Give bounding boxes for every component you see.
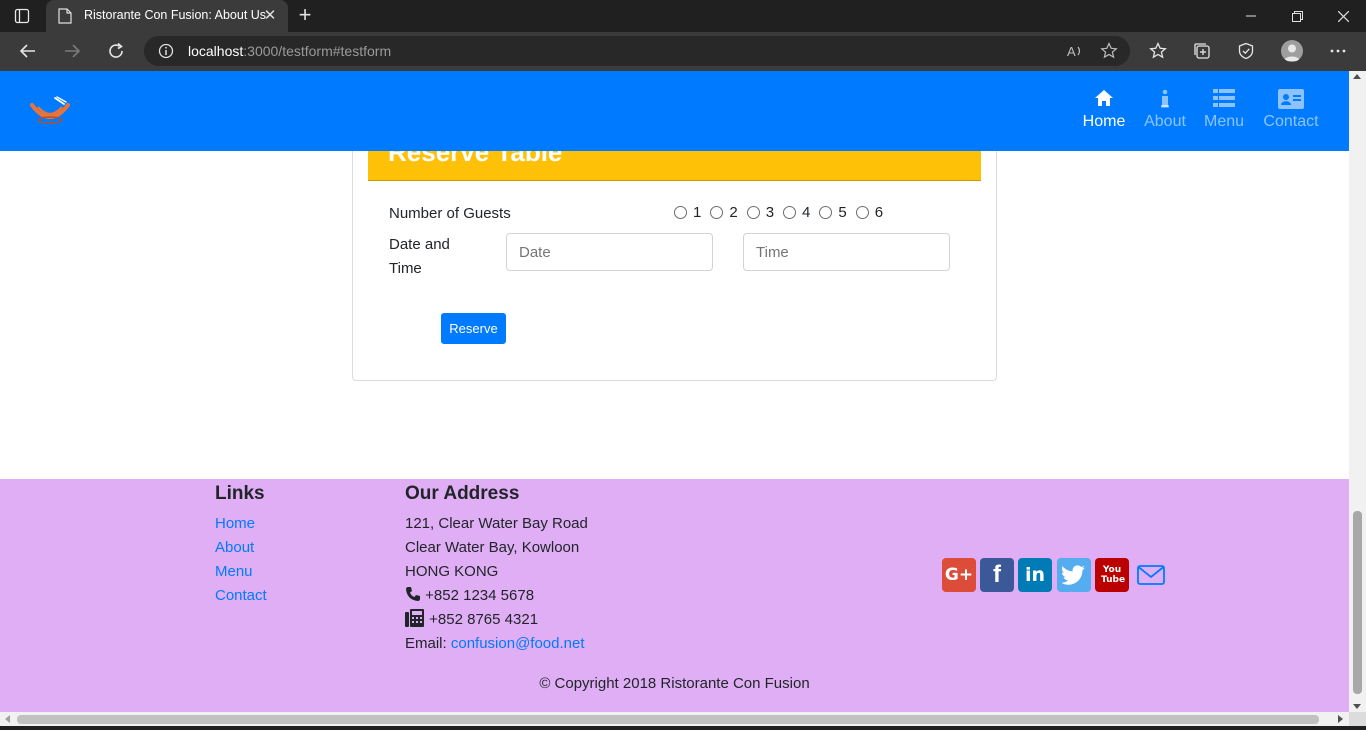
scroll-left-arrow-icon[interactable] [5,715,10,723]
guests-label: Number of Guests [389,205,511,222]
footer-link-about[interactable]: About [215,536,254,560]
scroll-down-arrow-icon[interactable] [1353,704,1361,709]
datetime-label-line2: Time [389,260,422,277]
radio-button[interactable] [674,206,687,219]
vertical-scrollbar[interactable] [1349,71,1366,712]
forward-arrow-icon[interactable] [61,40,83,62]
site-info-icon[interactable] [158,43,174,59]
address-line-3: HONG KONG [405,563,499,580]
collections-icon[interactable] [1191,40,1213,62]
scroll-right-arrow-icon[interactable] [1338,715,1343,723]
page-icon [58,8,72,24]
datetime-label-line1: Date and [389,236,450,253]
scrollbar-corner [1349,712,1366,726]
browser-titlebar: Ristorante Con Fusion: About Us ✕ + [0,0,1366,32]
guest-option-2[interactable]: 2 [710,204,738,221]
phone-line: +852 1234 5678 [405,584,534,608]
site-footer: Links Home About Menu Contact Our Addres… [0,479,1349,712]
tab-actions-icon[interactable] [14,8,30,24]
mail-icon[interactable] [1135,558,1167,592]
tab-title: Ristorante Con Fusion: About Us [84,8,267,22]
scroll-up-arrow-icon[interactable] [1353,74,1361,79]
browser-tab-active[interactable]: Ristorante Con Fusion: About Us ✕ [46,0,288,32]
google-plus-icon[interactable]: G+ [942,558,976,592]
back-arrow-icon[interactable] [17,40,39,62]
footer-link-menu[interactable]: Menu [215,560,253,584]
site-navbar: Home About Menu Contact [0,71,1349,151]
browser-essentials-icon[interactable] [1235,40,1257,62]
home-icon [1082,89,1126,111]
vertical-scroll-thumb[interactable] [1353,511,1362,694]
facebook-icon[interactable]: f [980,558,1014,592]
footer-link-contact[interactable]: Contact [215,584,267,608]
guest-option-1[interactable]: 1 [674,204,701,221]
window-bottom-edge [0,726,1366,730]
guest-option-3[interactable]: 3 [746,204,774,221]
tab-close-icon[interactable]: ✕ [262,8,278,24]
favorites-icon[interactable] [1147,40,1169,62]
email-link[interactable]: confusion@food.net [451,635,585,652]
minimize-button[interactable] [1228,0,1274,32]
refresh-icon[interactable] [105,40,127,62]
nav-about[interactable]: About [1142,89,1188,131]
url-host: localhost [188,43,244,59]
guest-option-5[interactable]: 5 [819,204,847,221]
profile-avatar[interactable] [1281,40,1303,62]
address-line-1: 121, Clear Water Bay Road [405,515,588,532]
page-viewport: Home About Menu Contact Reserve Table Nu… [0,71,1349,712]
time-input[interactable] [743,233,950,271]
restaurant-logo[interactable] [28,95,72,129]
phone-number: +852 1234 5678 [425,587,535,604]
footer-address-heading: Our Address [405,483,520,504]
twitter-bird-icon [1062,565,1085,585]
radio-button[interactable] [746,206,760,219]
radio-button[interactable] [855,206,869,219]
add-favorite-icon[interactable] [1100,42,1118,60]
radio-button[interactable] [819,206,833,219]
copyright-text: © Copyright 2018 Ristorante Con Fusion [539,675,810,692]
guest-option-6[interactable]: 6 [855,204,883,221]
radio-button[interactable] [783,206,797,219]
horizontal-scroll-thumb[interactable] [17,715,1319,724]
guest-option-4[interactable]: 4 [783,204,810,221]
nav-home-label: Home [1082,113,1126,130]
info-icon [1142,89,1188,111]
address-line-2: Clear Water Bay, Kowloon [405,539,580,556]
date-input[interactable] [506,233,713,271]
linkedin-icon[interactable]: in [1018,558,1052,592]
read-aloud-icon[interactable]: A [1066,42,1084,60]
footer-link-home[interactable]: Home [215,512,255,536]
horizontal-scrollbar[interactable] [0,712,1349,726]
browser-toolbar: localhost:3000/testform#testform A [0,32,1366,71]
footer-links-heading: Links [215,483,265,504]
close-window-button[interactable] [1320,0,1366,32]
nav-about-label: About [1144,113,1186,130]
guests-radio-group: 1 2 3 4 5 6 [674,204,892,221]
email-line: Email: confusion@food.net [405,632,585,656]
reserve-button[interactable]: Reserve [441,313,506,344]
address-bar[interactable]: localhost:3000/testform#testform A [144,36,1130,66]
svg-text:A: A [1067,44,1076,59]
phone-icon [406,587,420,601]
list-icon [1202,89,1246,111]
fax-icon [405,609,424,627]
more-options-icon[interactable] [1327,40,1349,62]
url-text: localhost:3000/testform#testform [188,43,391,59]
twitter-icon[interactable] [1057,558,1091,592]
email-label: Email: [405,635,447,652]
nav-home[interactable]: Home [1082,89,1126,131]
nav-contact[interactable]: Contact [1262,89,1320,131]
radio-button[interactable] [710,206,724,219]
nav-menu-label: Menu [1203,113,1245,130]
restore-button[interactable] [1274,0,1320,32]
address-card-icon [1262,89,1320,111]
url-path: :3000/testform#testform [243,43,392,59]
nav-menu[interactable]: Menu [1202,89,1246,131]
new-tab-button[interactable]: + [294,4,316,27]
nav-contact-label: Contact [1263,113,1319,130]
youtube-icon[interactable]: You Tube [1095,558,1129,592]
fax-number: +852 8765 4321 [429,611,539,628]
fax-line: +852 8765 4321 [405,608,538,632]
